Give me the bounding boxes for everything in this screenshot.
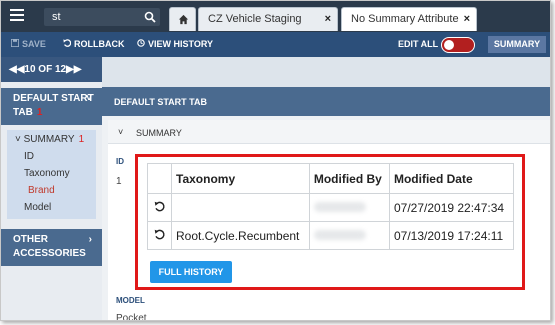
tab-no-summary-attribute[interactable]: No Summary Attribute × xyxy=(341,7,477,31)
tab-label: CZ Vehicle Staging xyxy=(208,13,302,25)
pager-text: 10 OF 12 xyxy=(24,64,67,75)
view-history-label: VIEW HISTORY xyxy=(148,39,214,49)
revert-button[interactable] xyxy=(147,221,172,250)
cell-taxonomy xyxy=(171,193,310,222)
next-record-icon[interactable]: ▶▶ xyxy=(66,64,81,75)
chevron-right-icon: › xyxy=(88,234,92,245)
search-input[interactable]: st xyxy=(44,8,160,26)
edit-all-toggle[interactable] xyxy=(441,37,475,53)
top-bar: st CZ Vehicle Staging × No Summary Attri… xyxy=(1,1,550,32)
edit-all-label: EDIT ALL xyxy=(398,39,439,49)
clock-icon xyxy=(137,39,145,47)
table-row: Root.Cycle.Recumbent 07/13/2019 17:24:11 xyxy=(147,221,515,250)
sidebar-section-other-accessories[interactable]: OTHER ACCESSORIES › xyxy=(1,229,102,266)
revert-button[interactable] xyxy=(147,193,172,222)
search-icon[interactable] xyxy=(144,11,156,23)
sidebar-item-label: SUMMARY xyxy=(23,134,75,145)
rollback-button[interactable]: ROLLBACK xyxy=(63,39,125,49)
table-row: 07/27/2019 22:47:34 xyxy=(147,193,515,222)
cell-modified-by xyxy=(308,193,390,222)
close-icon[interactable]: × xyxy=(325,13,331,25)
undo-icon xyxy=(63,39,71,47)
toggle-knob xyxy=(444,40,454,50)
section-label: SUMMARY xyxy=(136,128,182,138)
toolbar: SAVE ROLLBACK VIEW HISTORY EDIT ALL SUMM… xyxy=(1,32,550,57)
sidebar-item-brand[interactable]: Brand xyxy=(28,185,55,196)
summary-button[interactable]: SUMMARY xyxy=(488,36,546,53)
undo-icon xyxy=(154,229,165,239)
view-history-button[interactable]: VIEW HISTORY xyxy=(137,39,213,49)
full-history-button[interactable]: FULL HISTORY xyxy=(150,261,232,283)
left-panel: ◀◀10 OF 12▶▶ DEFAULT START TAB 1 ˅ ˅ SUMM… xyxy=(1,57,102,320)
history-table: Taxonomy Modified By Modified Date 07/27… xyxy=(147,163,515,250)
undo-icon xyxy=(154,201,165,211)
tab-header: DEFAULT START TAB xyxy=(102,87,550,116)
field-value-model: Pocket xyxy=(116,313,147,321)
cell-modified-date: 07/27/2019 22:47:34 xyxy=(388,193,515,222)
sidebar-section-default-start-tab[interactable]: DEFAULT START TAB 1 ˅ xyxy=(1,88,102,125)
summary-section-header[interactable]: ˅ SUMMARY xyxy=(108,120,550,144)
cell-taxonomy: Root.Cycle.Recumbent xyxy=(171,221,310,250)
tab-home[interactable] xyxy=(169,7,196,31)
previous-record-icon[interactable]: ◀◀ xyxy=(9,64,24,75)
column-header: Modified By xyxy=(308,163,390,194)
save-button[interactable]: SAVE xyxy=(11,39,46,49)
redacted-user xyxy=(313,229,366,240)
sidebar-item-model[interactable]: Model xyxy=(24,202,51,213)
column-header: Modified Date xyxy=(388,163,515,194)
redacted-user xyxy=(313,201,366,212)
field-label-model: MODEL xyxy=(116,296,145,305)
history-popup: Taxonomy Modified By Modified Date 07/27… xyxy=(135,154,525,290)
section-title: DEFAULT START TAB xyxy=(13,93,94,118)
sidebar-item-count: 1 xyxy=(78,134,85,145)
chevron-down-icon: ˅ xyxy=(86,93,92,104)
save-icon xyxy=(11,39,19,47)
table-header-row: Taxonomy Modified By Modified Date xyxy=(147,163,515,194)
column-header-undo xyxy=(147,163,172,194)
app-window: st CZ Vehicle Staging × No Summary Attri… xyxy=(0,0,551,321)
section-nav: ˅ SUMMARY 1 ID Taxonomy Brand Model xyxy=(7,130,96,219)
sidebar-item-summary[interactable]: ˅ SUMMARY 1 xyxy=(15,134,84,145)
cell-modified-date: 07/13/2019 17:24:11 xyxy=(388,221,515,250)
column-header: Taxonomy xyxy=(171,163,310,194)
menu-icon[interactable] xyxy=(10,9,24,23)
search-value: st xyxy=(52,11,61,23)
home-icon xyxy=(178,14,189,25)
tab-label: No Summary Attribute xyxy=(351,13,459,25)
field-value-id: 1 xyxy=(116,176,122,187)
chevron-down-icon: ˅ xyxy=(118,127,124,137)
rollback-label: ROLLBACK xyxy=(74,39,125,49)
main-top-strip xyxy=(102,57,550,87)
record-pager: ◀◀10 OF 12▶▶ xyxy=(1,57,102,82)
cell-modified-by xyxy=(308,221,390,250)
close-icon[interactable]: × xyxy=(464,13,470,25)
tab-cz-vehicle-staging[interactable]: CZ Vehicle Staging × xyxy=(198,7,338,31)
section-count: 1 xyxy=(36,107,43,118)
section-title: OTHER ACCESSORIES xyxy=(13,234,86,259)
field-label-id: ID xyxy=(116,157,124,166)
chevron-down-icon: ˅ xyxy=(15,134,24,145)
save-label: SAVE xyxy=(22,39,46,49)
sidebar-item-id[interactable]: ID xyxy=(24,151,34,162)
sidebar-item-taxonomy[interactable]: Taxonomy xyxy=(24,168,70,179)
